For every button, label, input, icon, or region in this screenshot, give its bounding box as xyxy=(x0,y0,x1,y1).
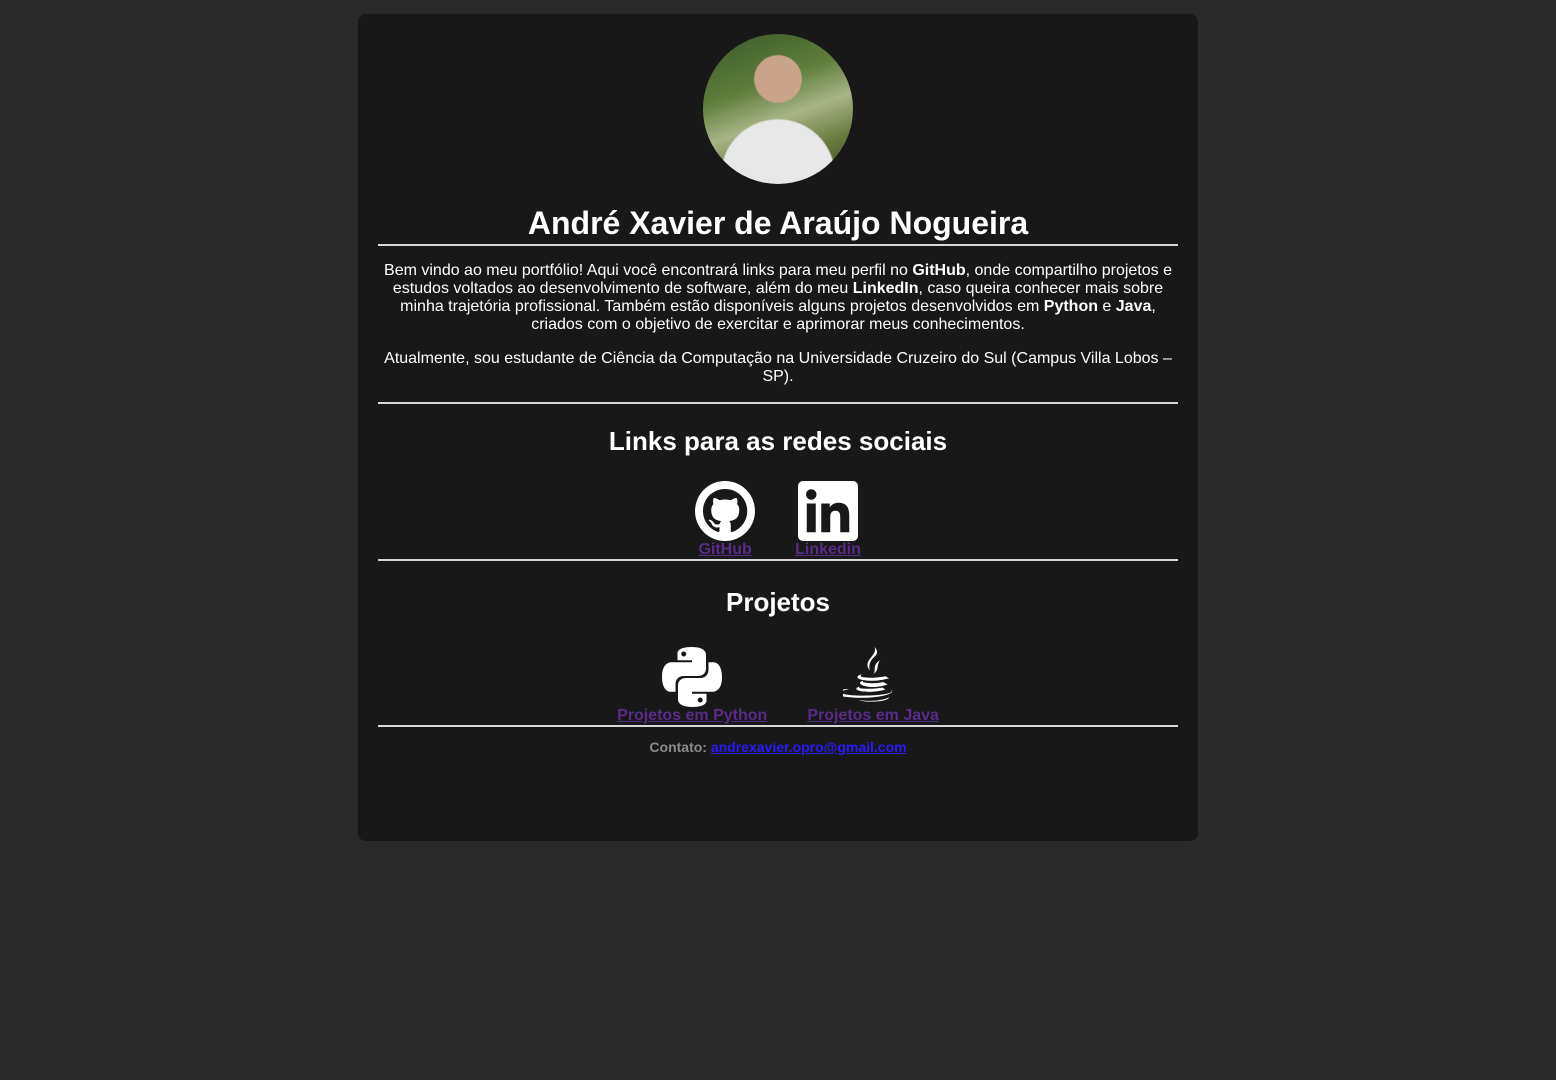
portfolio-card: André Xavier de Araújo Nogueira Bem vind… xyxy=(358,14,1198,841)
contact-line: Contato: andrexavier.opro@gmail.com xyxy=(378,739,1178,755)
projects-heading: Projetos xyxy=(725,587,831,617)
social-heading: Links para as redes sociais xyxy=(608,426,948,456)
java-icon xyxy=(843,647,893,702)
intro-section: Bem vindo ao meu portfólio! Aqui você en… xyxy=(378,262,1178,386)
python-projects-label: Projetos em Python xyxy=(617,707,768,724)
linkedin-icon xyxy=(798,481,858,541)
avatar xyxy=(703,34,853,184)
github-link[interactable]: GitHub xyxy=(695,481,756,559)
intro-paragraph: Bem vindo ao meu portfólio! Aqui você en… xyxy=(384,262,1172,333)
linkedin-link-label: Linkedin xyxy=(795,541,861,558)
java-projects-link[interactable]: Projetos em Java xyxy=(807,647,939,725)
divider xyxy=(378,244,1178,246)
linkedin-link[interactable]: Linkedin xyxy=(795,481,861,559)
github-icon xyxy=(695,481,756,541)
social-links: GitHub Linkedin xyxy=(378,481,1178,559)
page-title: André Xavier de Araújo Nogueira xyxy=(527,205,1029,241)
email-link[interactable]: andrexavier.opro@gmail.com xyxy=(711,739,907,755)
github-link-label: GitHub xyxy=(698,541,752,558)
python-icon xyxy=(662,647,723,707)
divider xyxy=(378,559,1178,561)
study-paragraph: Atualmente, sou estudante de Ciência da … xyxy=(384,350,1172,385)
java-projects-label: Projetos em Java xyxy=(807,707,939,724)
divider xyxy=(378,402,1178,404)
python-projects-link[interactable]: Projetos em Python xyxy=(617,647,767,725)
divider xyxy=(378,725,1178,727)
contact-label: Contato: xyxy=(649,739,707,755)
project-links: Projetos em Python Projetos em Java xyxy=(378,647,1178,725)
